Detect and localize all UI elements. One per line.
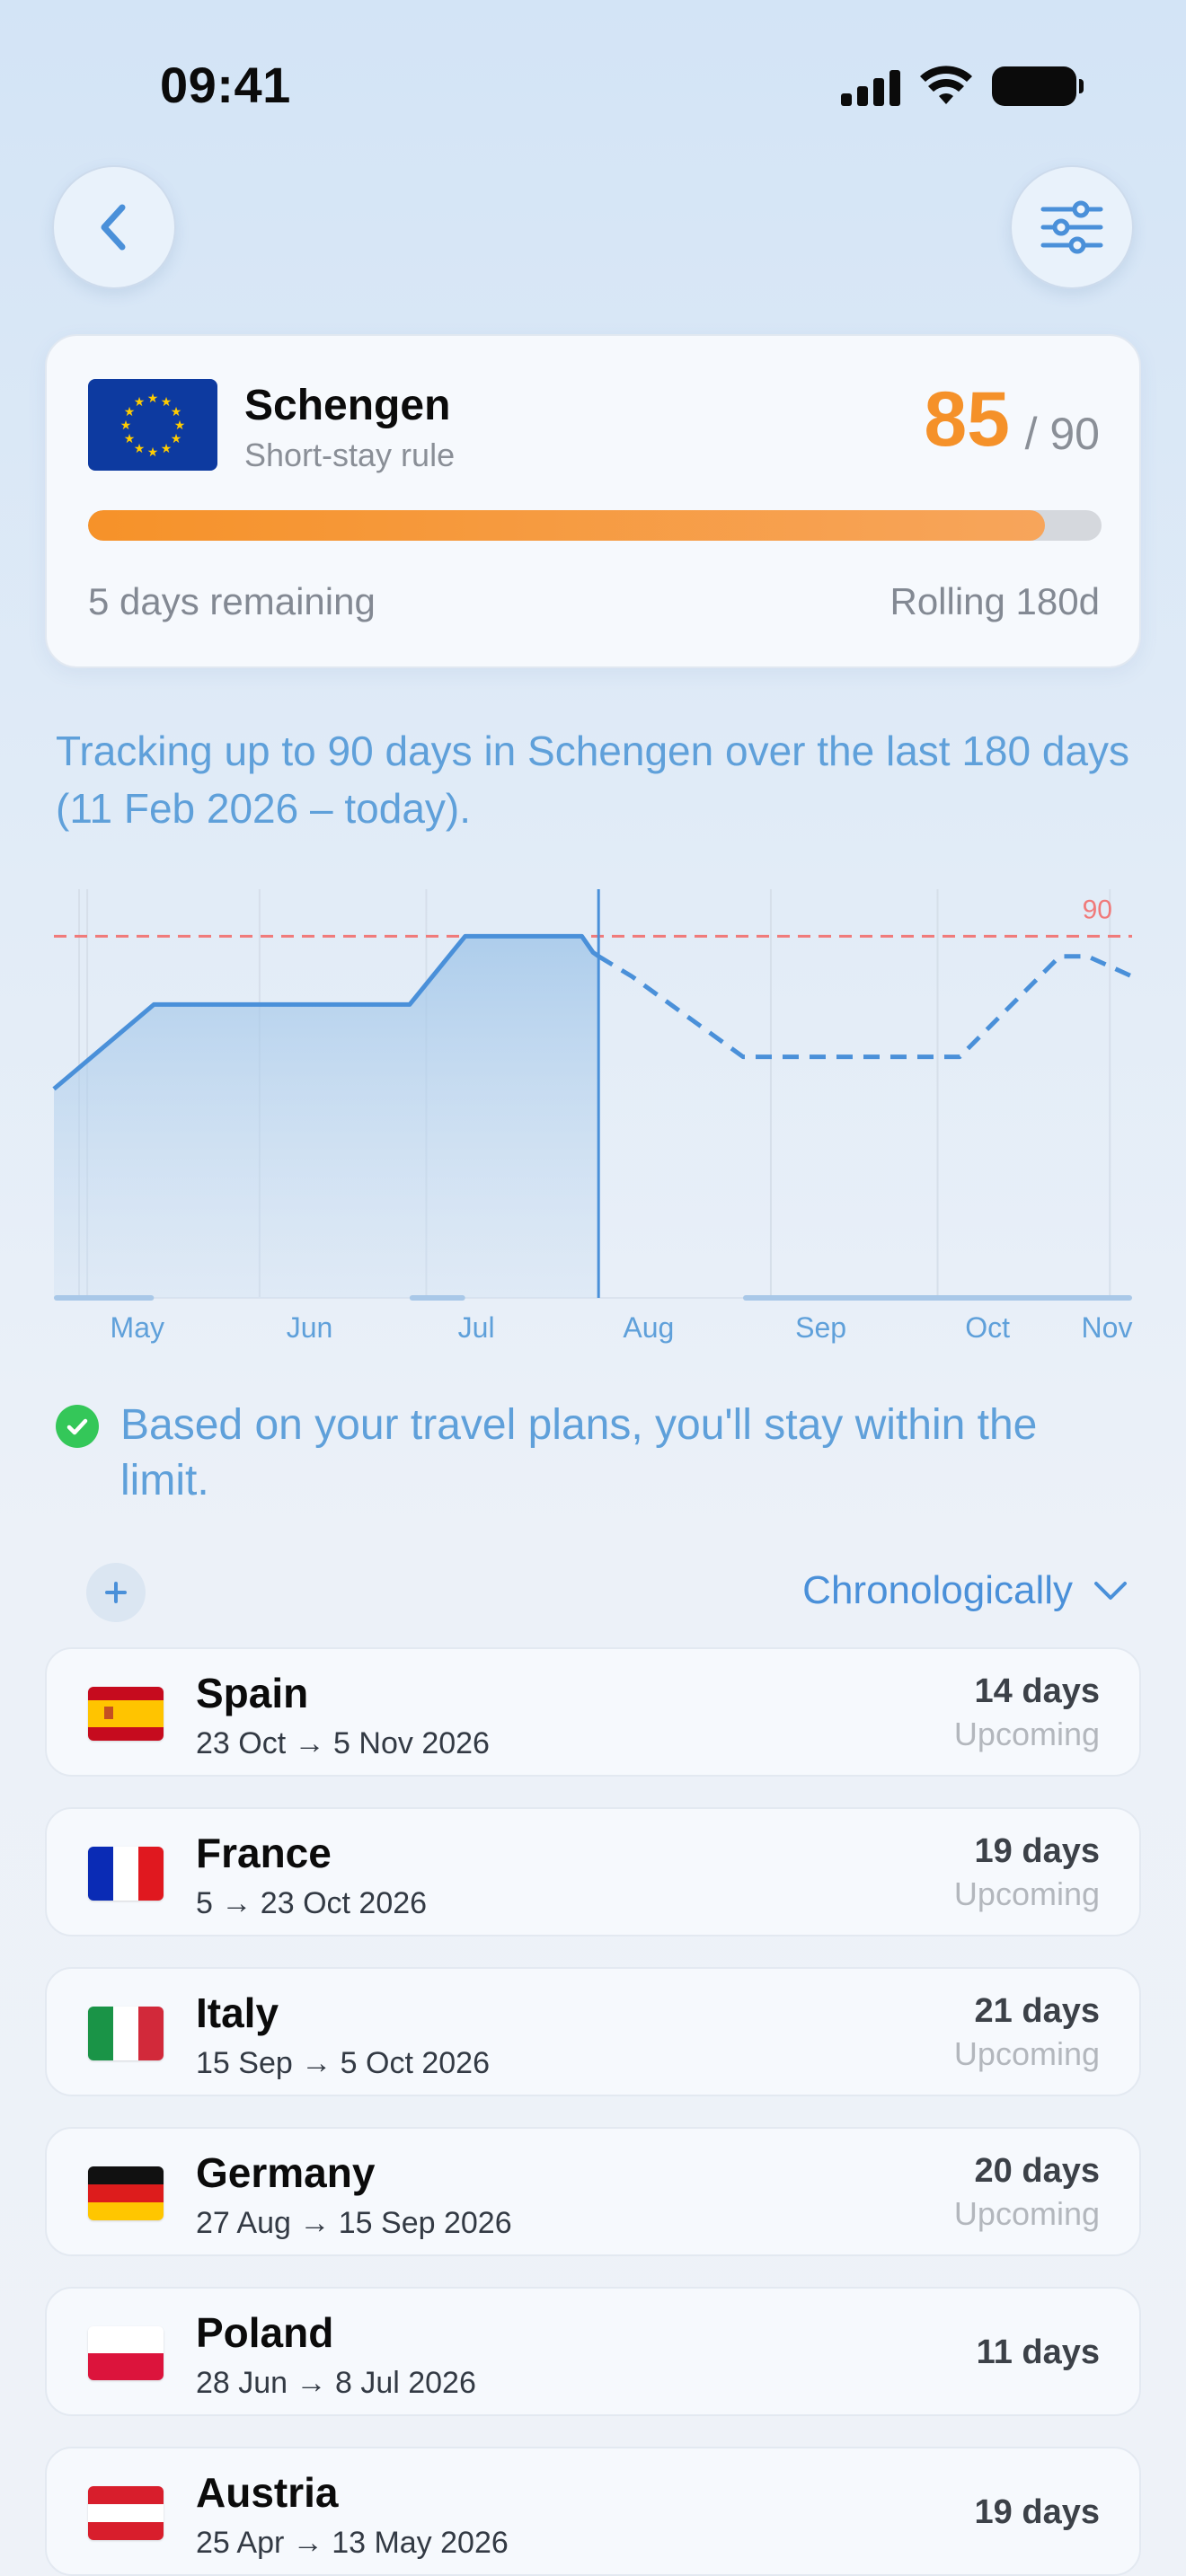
chevron-down-icon: [1094, 1582, 1127, 1600]
trip-row-austria[interactable]: Austria 25 Apr → 13 May 2026 19 days: [45, 2447, 1141, 2576]
trip-row-poland[interactable]: Poland 28 Jun → 8 Jul 2026 11 days: [45, 2287, 1141, 2416]
sort-order-dropdown[interactable]: Chronologically: [802, 1568, 1128, 1613]
sliders-icon: [1040, 200, 1103, 254]
trip-duration: 11 days: [976, 2333, 1100, 2371]
trip-dates: 5 → 23 Oct 2026: [196, 1886, 428, 1920]
plus-icon: [105, 1582, 127, 1603]
trip-country: France: [196, 1830, 332, 1876]
trip-duration: 20 days: [974, 2152, 1100, 2190]
chevron-left-icon: [101, 204, 126, 251]
projected-days-line: [597, 954, 1134, 1060]
svg-text:★: ★: [120, 418, 132, 432]
svg-text:★: ★: [171, 404, 182, 419]
trip-row-italy[interactable]: Italy 15 Sep → 5 Oct 2026 21 days Upcoming: [45, 1967, 1141, 2096]
days-progress-fill: [88, 510, 1045, 541]
trip-duration: 19 days: [974, 1832, 1100, 1870]
checkmark-icon: [56, 1405, 99, 1448]
france-flag-icon: [88, 1847, 164, 1901]
poland-flag-icon: [88, 2326, 164, 2380]
x-axis-label: Jul: [458, 1311, 495, 1344]
trip-duration: 21 days: [974, 1992, 1100, 2030]
svg-text:★: ★: [134, 441, 146, 455]
limit-label: 90: [1083, 895, 1112, 924]
limit-status-message: Based on your travel plans, you'll stay …: [56, 1398, 1134, 1509]
sort-order-label: Chronologically: [802, 1568, 1073, 1612]
trip-country: Austria: [196, 2469, 339, 2516]
x-axis-label: Nov: [1082, 1311, 1133, 1344]
rolling-window-label: Rolling 180d: [890, 580, 1100, 622]
trip-dates: 15 Sep → 5 Oct 2026: [196, 2046, 490, 2080]
trip-dates: 28 Jun → 8 Jul 2026: [196, 2366, 476, 2400]
x-axis-label: Oct: [965, 1311, 1010, 1344]
trip-country: Italy: [196, 1989, 279, 2036]
svg-text:★: ★: [147, 391, 159, 405]
days-progress-bar: [88, 510, 1102, 541]
trip-country: Spain: [196, 1670, 309, 1716]
x-axis-label: Jun: [287, 1311, 333, 1344]
trip-range-bar: [743, 1295, 1132, 1301]
x-axis-label: Aug: [623, 1311, 674, 1344]
trip-dates: 23 Oct → 5 Nov 2026: [196, 1726, 490, 1760]
limit-status-text: Based on your travel plans, you'll stay …: [120, 1401, 1038, 1504]
trip-dates: 25 Apr → 13 May 2026: [196, 2526, 509, 2560]
svg-text:★: ★: [147, 445, 159, 459]
trip-range-bar: [54, 1295, 155, 1301]
days-remaining-label: 5 days remaining: [88, 580, 376, 622]
trip-status: Upcoming: [953, 1875, 1100, 1912]
trip-duration: 14 days: [974, 1672, 1100, 1710]
schengen-summary-card[interactable]: ★ ★ ★ ★ ★ ★ ★ ★ ★ ★ ★ ★ Schengen Short-stay rule 85…: [45, 334, 1141, 668]
days-used-chart[interactable]: 90 May Jun Jul Aug Sep Oct Nov: [0, 880, 1186, 1347]
filter-settings-button[interactable]: [1010, 165, 1134, 289]
trip-country: Germany: [196, 2149, 376, 2196]
back-button[interactable]: [52, 165, 176, 289]
days-limit: / 90: [1024, 409, 1100, 459]
x-axis-label: Sep: [795, 1311, 846, 1344]
days-used-count: 85: [924, 376, 1010, 463]
trip-status: Upcoming: [953, 2035, 1100, 2072]
trip-status: Upcoming: [953, 2195, 1100, 2232]
germany-flag-icon: [88, 2166, 164, 2220]
svg-text:★: ★: [124, 431, 136, 446]
svg-text:★: ★: [134, 394, 146, 409]
svg-text:★: ★: [161, 441, 173, 455]
trip-range-bar: [409, 1295, 465, 1301]
trip-status: Upcoming: [953, 1716, 1100, 1752]
wifi-icon: [920, 66, 972, 104]
trip-duration: 19 days: [974, 2493, 1100, 2531]
austria-flag-icon: [88, 2486, 164, 2540]
svg-text:★: ★: [174, 418, 186, 432]
eu-flag-icon: ★ ★ ★ ★ ★ ★ ★ ★ ★ ★ ★ ★: [88, 379, 217, 471]
trip-row-spain[interactable]: Spain 23 Oct → 5 Nov 2026 14 days Upcoming: [45, 1647, 1141, 1777]
add-trip-button[interactable]: [86, 1563, 146, 1622]
trip-row-germany[interactable]: Germany 27 Aug → 15 Sep 2026 20 days Upcomi…: [45, 2127, 1141, 2256]
tracking-explanation: Tracking up to 90 days in Schengen over …: [56, 728, 1130, 832]
italy-flag-icon: [88, 2007, 164, 2060]
x-axis-label: May: [111, 1311, 164, 1344]
spain-flag-icon: [88, 1687, 164, 1741]
cellular-signal-icon: [841, 66, 900, 106]
battery-icon: [992, 66, 1084, 106]
trip-dates: 27 Aug → 15 Sep 2026: [196, 2206, 512, 2240]
zone-subtitle: Short-stay rule: [244, 437, 456, 473]
trip-row-france[interactable]: France 5 → 23 Oct 2026 19 days Upcoming: [45, 1807, 1141, 1936]
svg-text:★: ★: [171, 431, 182, 446]
status-time: 09:41: [160, 57, 291, 113]
zone-title: Schengen: [244, 382, 451, 429]
trip-country: Poland: [196, 2309, 334, 2356]
days-used-area: [54, 936, 599, 1298]
